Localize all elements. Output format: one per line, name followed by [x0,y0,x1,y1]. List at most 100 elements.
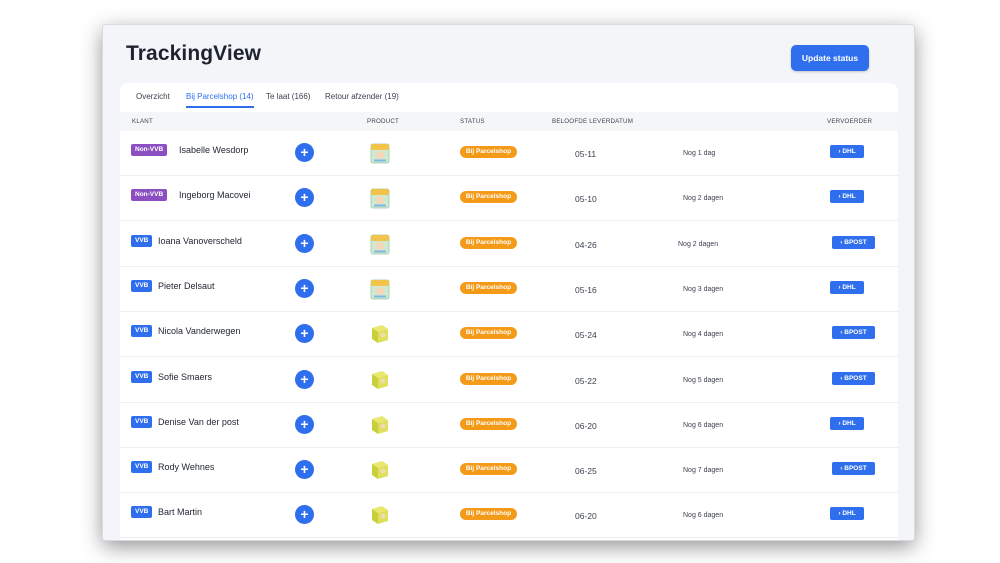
customer-name[interactable]: Pieter Delsaut [158,281,215,291]
days-remaining: Nog 2 dagen [678,240,719,248]
customer-name[interactable]: Ingeborg Macovei [179,190,251,200]
status-badge: Bij Parcelshop [460,417,517,430]
table-row[interactable]: VVB Denise Van der post + Bij Parcelshop 06-… [120,403,898,448]
customer-name[interactable]: Rody Wehnes [158,462,214,472]
customer-tag-badge: VVB [131,370,153,383]
column-header-vervoerder[interactable]: VERVOERDER [827,118,872,125]
table-row[interactable]: Non-VVB Ingeborg Macovei + Bij Parcelshop 05… [120,176,898,222]
product-box-icon [370,459,390,481]
carrier-label: DHL [842,148,856,155]
carrier-button[interactable]: › DHL [830,145,864,158]
customer-tag-badge: Non-VVB [131,189,168,202]
table-row[interactable]: VVB Pieter Delsaut + Bij Parcelshop 05-16 Nog… [120,267,898,312]
status-badge: Bij Parcelshop [460,508,517,521]
diaper-pack-icon [370,233,390,255]
status-badge: Bij Parcelshop [460,327,517,340]
table-row[interactable]: Non-VVB Isabelle Wesdorp + Bij Parcelshop 05… [120,131,898,176]
carrier-label: DHL [842,283,856,291]
add-icon[interactable]: + [295,278,314,298]
add-icon[interactable]: + [295,369,314,389]
product-box-icon [370,369,390,391]
table-row[interactable]: VVB Nicola Vanderwegen + Bij Parcelshop 05-2… [120,312,898,358]
product-box-icon [370,323,390,345]
status-badge: Bij Parcelshop [460,146,517,158]
promised-delivery-date: 05-10 [575,194,597,205]
status-badge: Bij Parcelshop [460,236,517,249]
add-icon[interactable]: + [295,324,314,344]
table-row[interactable]: VVB Sofie Smaers + Bij Parcelshop 05-22 Nog 5… [120,358,898,403]
status-badge: Bij Parcelshop [460,281,517,294]
table-header: KLANT PRODUCT STATUS BELOOFDE LEVERDATUM… [120,112,898,131]
days-remaining: Nog 2 dagen [683,195,724,203]
carrier-button[interactable]: › DHL [830,190,864,204]
column-header-leverdatum[interactable]: BELOOFDE LEVERDATUM [552,118,633,125]
customer-tag-badge: Non-VVB [131,144,168,156]
customer-tag-badge: VVB [131,415,153,428]
customer-name[interactable]: Bart Martin [158,507,202,517]
add-icon[interactable]: + [295,460,314,480]
days-remaining: Nog 6 dagen [683,512,724,520]
carrier-button[interactable]: › BPOST [832,371,875,385]
carrier-label: BPOST [844,465,867,473]
customer-name[interactable]: Nicola Vanderwegen [158,326,240,336]
app-window: TrackingView Update status Overzicht Bij… [103,25,914,540]
customer-name[interactable]: Denise Van der post [158,417,239,427]
customer-name[interactable]: Sofie Smaers [158,372,212,382]
promised-delivery-date: 06-20 [575,511,597,522]
column-header-status[interactable]: STATUS [460,118,485,125]
status-badge: Bij Parcelshop [460,191,517,204]
add-icon[interactable]: + [295,143,314,162]
carrier-button[interactable]: › DHL [830,280,864,294]
table-row[interactable]: VVB Bart Martin + Bij Parcelshop 06-20 Nog 6 … [120,493,898,539]
add-icon[interactable]: + [295,233,314,253]
days-remaining: Nog 5 dagen [683,376,724,384]
carrier-label: DHL [842,193,856,201]
days-remaining: Nog 4 dagen [683,331,724,339]
carrier-label: BPOST [844,238,867,246]
tab-overzicht[interactable]: Overzicht [136,92,170,106]
table-row[interactable]: VVB Rody Wehnes + Bij Parcelshop 06-25 Nog 7 … [120,448,898,494]
carrier-button[interactable]: › BPOST [832,462,875,476]
product-box-icon [370,414,390,436]
add-icon[interactable]: + [295,414,314,434]
carrier-button[interactable]: › DHL [830,416,864,430]
promised-delivery-date: 06-20 [575,420,597,431]
carrier-label: BPOST [844,374,867,382]
carrier-button[interactable]: › DHL [830,507,864,521]
days-remaining: Nog 6 dagen [683,421,724,429]
status-badge: Bij Parcelshop [460,463,517,476]
tab-te-laat[interactable]: Te laat (166) [266,92,310,106]
customer-name[interactable]: Isabelle Wesdorp [179,145,248,155]
column-header-product[interactable]: PRODUCT [367,118,399,125]
add-icon[interactable]: + [295,505,314,525]
customer-tag-badge: VVB [131,506,153,519]
diaper-pack-icon [370,278,390,300]
tab-bar: Overzicht Bij Parcelshop (14) Te laat (1… [120,83,898,111]
customer-tag-badge: VVB [131,325,153,338]
tab-retour-afzender[interactable]: Retour afzender (19) [325,92,399,106]
update-status-button[interactable]: Update status [791,45,869,71]
days-remaining: Nog 7 dagen [683,467,724,475]
product-box-icon [370,504,390,526]
carrier-label: BPOST [844,329,867,337]
shipments-card: Overzicht Bij Parcelshop (14) Te laat (1… [120,83,898,540]
carrier-button[interactable]: › BPOST [832,235,875,249]
promised-delivery-date: 05-16 [575,284,597,295]
customer-tag-badge: VVB [131,461,153,474]
promised-delivery-date: 04-26 [575,239,597,250]
days-remaining: Nog 1 dag [683,150,716,157]
table-row[interactable]: VVB Ioana Vanoverscheld + Bij Parcelshop 04-… [120,222,898,267]
diaper-pack-icon [370,142,390,164]
promised-delivery-date: 05-22 [575,375,597,386]
customer-tag-badge: VVB [131,234,153,247]
promised-delivery-date: 05-24 [575,330,597,341]
tab-bij-parcelshop[interactable]: Bij Parcelshop (14) [186,92,254,108]
add-icon[interactable]: + [295,188,314,208]
diaper-pack-icon [370,187,390,209]
column-header-klant[interactable]: KLANT [132,118,153,125]
promised-delivery-date: 06-25 [575,466,597,477]
app-title: TrackingView [126,42,262,65]
carrier-button[interactable]: › BPOST [832,326,875,340]
customer-name[interactable]: Ioana Vanoverscheld [158,236,242,246]
status-badge: Bij Parcelshop [460,372,517,385]
